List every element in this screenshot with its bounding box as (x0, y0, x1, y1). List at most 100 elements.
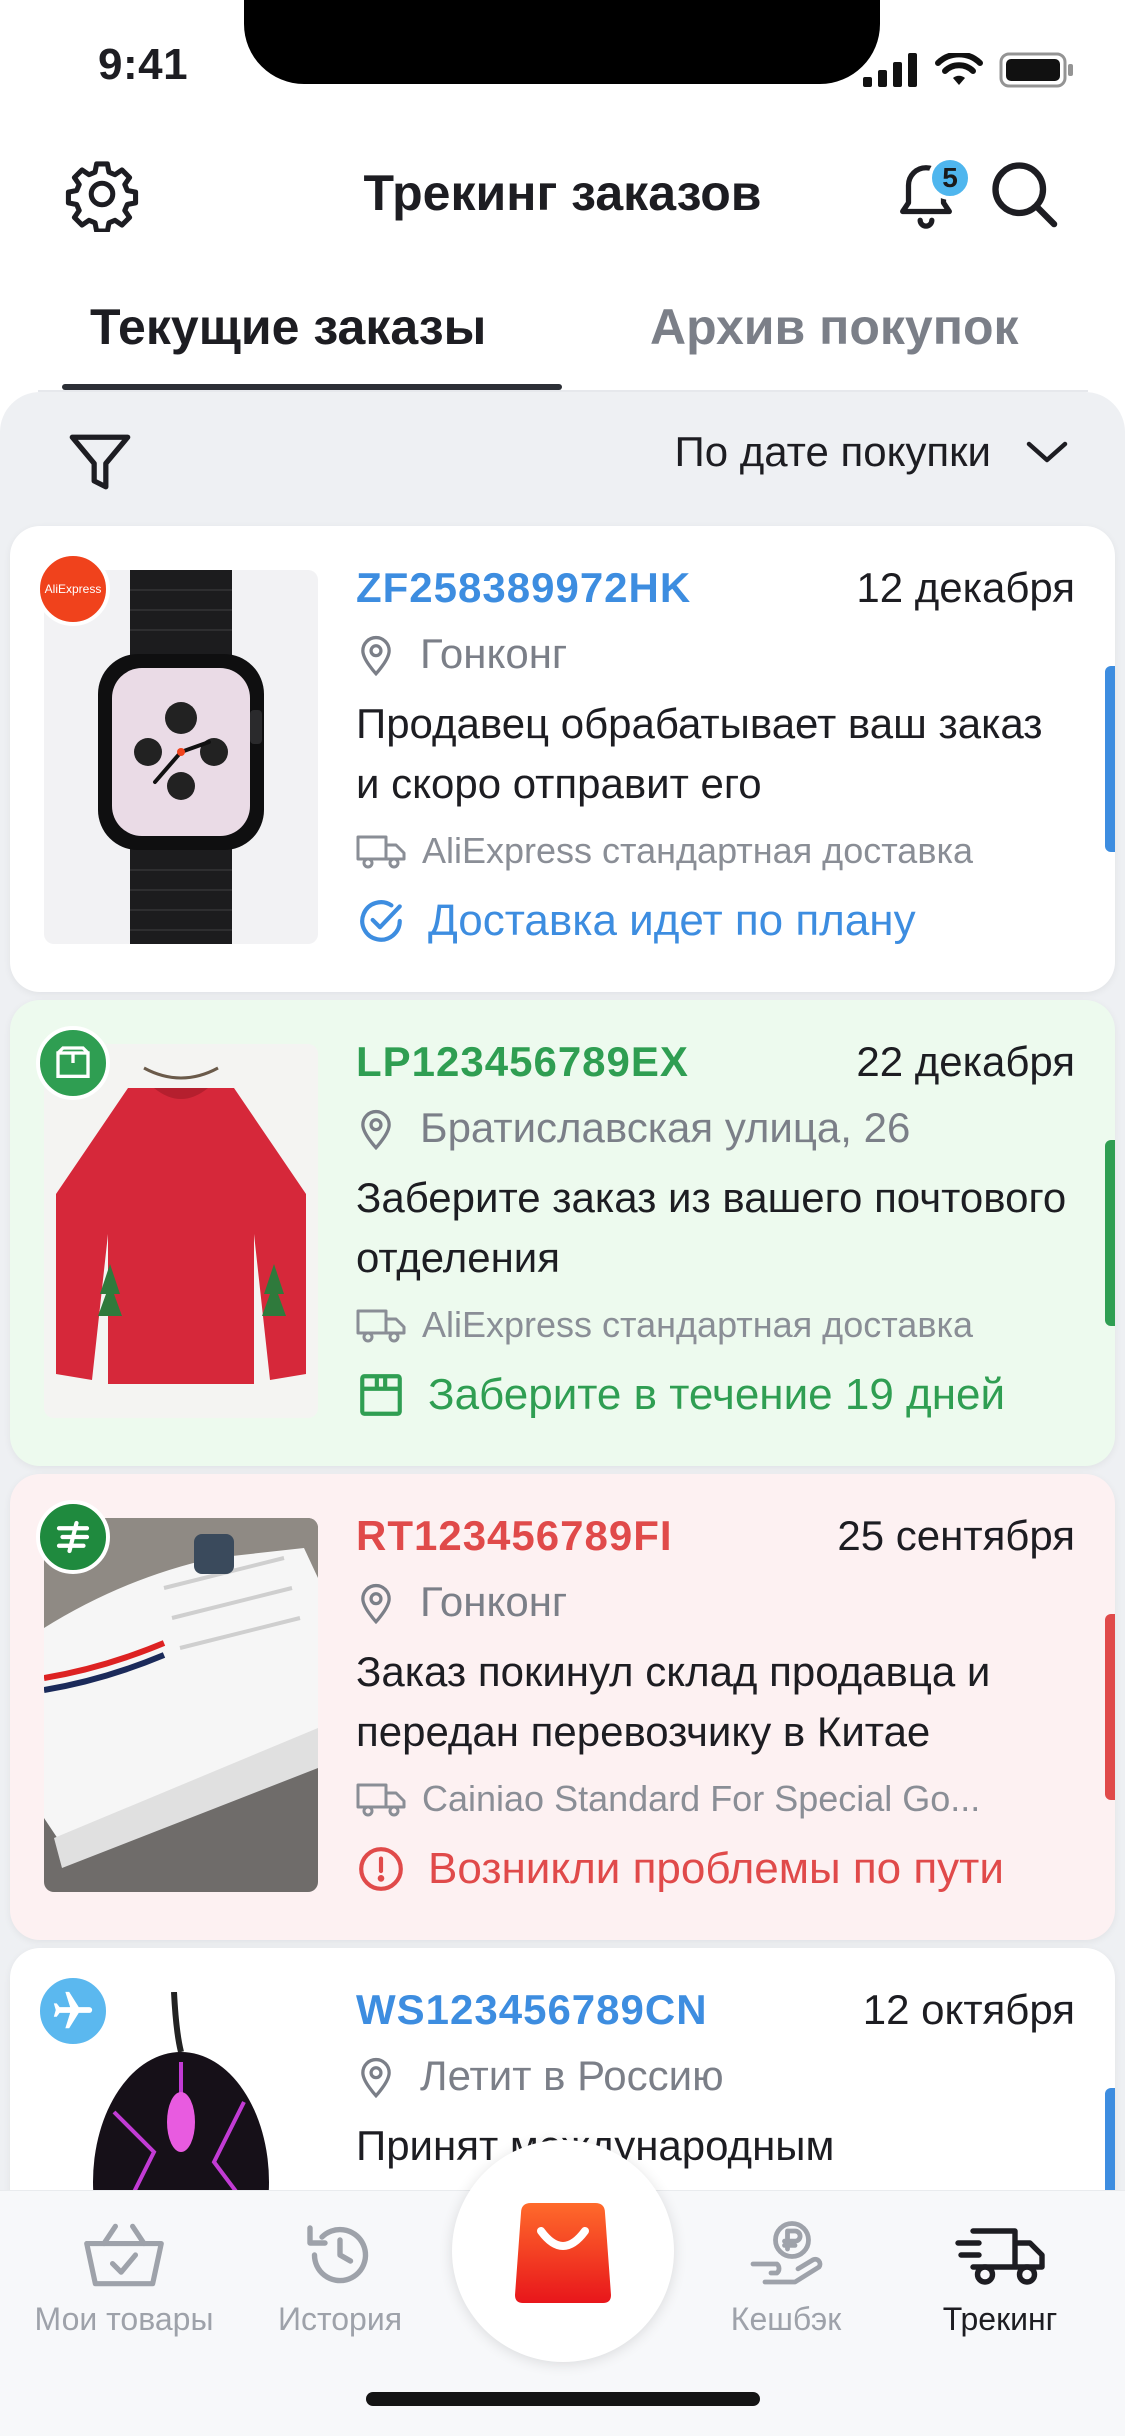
home-indicator (366, 2392, 760, 2406)
order-date: 25 сентября (837, 1512, 1075, 1559)
status-text: Возникли проблемы по пути (428, 1844, 1004, 1893)
basket-icon (84, 2223, 164, 2287)
cashback-icon (750, 2221, 823, 2285)
airplane-icon (53, 1991, 93, 2029)
status-accent-bar (1105, 1140, 1115, 1326)
status-accent-bar (1105, 2088, 1115, 2192)
aliexpress-home-button[interactable] (452, 2140, 674, 2362)
location-text: Летит в Россию (420, 2052, 724, 2099)
nav-my-products[interactable]: Мои товары (14, 2215, 234, 2338)
delivery-status: Доставка идет по плану (356, 896, 916, 946)
shopping-bag-icon (515, 2203, 611, 2303)
product-image-watch (44, 570, 318, 944)
order-location: Гонконг (356, 630, 567, 678)
product-image-sneakers (44, 1518, 318, 1892)
nav-label: Трекинг (942, 2301, 1058, 2337)
filter-row: По дате покупки (0, 392, 1125, 522)
order-description: Продавец обрабатывает ваш заказ и скоро … (356, 700, 1043, 807)
notifications-button[interactable]: 5 (884, 152, 972, 236)
sort-dropdown[interactable]: По дате покупки (675, 428, 1069, 476)
search-button[interactable] (982, 152, 1066, 236)
air-mail-carrier-badge (36, 1974, 110, 2048)
china-post-logo-icon (56, 1520, 90, 1554)
tracking-number[interactable]: LP123456789EX (356, 1038, 689, 1086)
app-header: Трекинг заказов 5 (0, 140, 1125, 250)
nav-label: Мои товары (34, 2301, 214, 2337)
location-pin-icon (361, 2057, 391, 2099)
status-accent-bar (1105, 1614, 1115, 1800)
sort-label: По дате покупки (674, 428, 991, 475)
device-notch (244, 0, 880, 84)
delivery-status: Возникли проблемы по пути (356, 1844, 1004, 1894)
active-tab-indicator (62, 384, 562, 390)
location-text: Гонконг (420, 630, 568, 677)
status-text: Заберите в течение 19 дней (428, 1370, 1006, 1419)
parcel-box-icon (56, 1046, 90, 1078)
status-text: Доставка идет по плану (428, 896, 916, 945)
orders-tabs: Текущие заказы Архив покупок (38, 280, 1088, 392)
order-location: Братиславская улица, 26 (356, 1104, 910, 1152)
shipping-method: AliExpress стандартная доставка (356, 1304, 1076, 1346)
tab-purchase-archive[interactable]: Архив покупок (650, 298, 1019, 356)
nav-tracking[interactable]: Трекинг (890, 2215, 1110, 2338)
notification-count-badge: 5 (928, 156, 972, 200)
location-text: Гонконг (420, 1578, 568, 1625)
filter-button[interactable] (62, 424, 138, 500)
cellular-signal-icon (863, 53, 917, 87)
order-card[interactable]: AliExpress ZF258389972HK 12 декабря Гонк… (10, 526, 1115, 992)
location-pin-icon (361, 1109, 391, 1151)
status-accent-bar (1105, 666, 1115, 852)
order-date: 12 декабря (856, 564, 1075, 611)
post-office-carrier-badge (36, 1026, 110, 1100)
tracking-number[interactable]: WS123456789CN (356, 1986, 708, 2034)
order-date: 12 октября (862, 1986, 1075, 2033)
delivery-status: Заберите в течение 19 дней (356, 1370, 1005, 1420)
nav-label: Кешбэк (730, 2301, 842, 2337)
order-location: Гонконг (356, 1578, 567, 1626)
orders-list-area: По дате покупки AliExpress ZF258389972HK… (0, 392, 1125, 2192)
chevron-down-icon (1026, 441, 1068, 463)
tracking-number[interactable]: RT123456789FI (356, 1512, 673, 1560)
wifi-icon (935, 53, 983, 85)
location-pin-icon (361, 1583, 391, 1625)
order-card[interactable]: LP123456789EX 22 декабря Братиславская у… (10, 1000, 1115, 1466)
sweater-image (44, 1044, 318, 1418)
order-date: 22 декабря (856, 1038, 1075, 1085)
status-icons (863, 52, 1075, 88)
aliexpress-carrier-badge: AliExpress (36, 552, 110, 626)
status-time: 9:41 (98, 40, 189, 89)
shipping-text: Cainiao Standard For Special Go... (422, 1778, 981, 1819)
search-icon (992, 162, 1058, 228)
order-description: Заказ покинул склад продавца и передан п… (356, 1648, 991, 1755)
order-description: Принят международным (356, 2122, 835, 2169)
shipping-method: AliExpress стандартная доставка (356, 830, 1076, 872)
shipping-text: AliExpress стандартная доставка (422, 1304, 974, 1345)
watch-image (44, 570, 318, 944)
tracking-number[interactable]: ZF258389972HK (356, 564, 691, 612)
filter-funnel-icon (69, 434, 131, 490)
alert-circle-icon (359, 1847, 403, 1891)
delivery-truck-icon (356, 1309, 406, 1343)
nav-cashback[interactable]: Кешбэк (676, 2215, 896, 2338)
pickup-box-icon (360, 1374, 402, 1416)
status-bar: 9:41 (0, 0, 1125, 140)
shipping-text: AliExpress стандартная доставка (422, 830, 974, 871)
sneakers-image (44, 1518, 318, 1892)
nav-label: История (277, 2301, 403, 2337)
truck-icon (955, 2228, 1045, 2285)
china-post-carrier-badge (36, 1500, 110, 1574)
carrier-badge-text: AliExpress (44, 582, 102, 596)
delivery-truck-icon (356, 835, 406, 869)
tab-current-orders[interactable]: Текущие заказы (90, 298, 486, 356)
shipping-method: Cainiao Standard For Special Go... (356, 1778, 1076, 1820)
order-description: Заберите заказ из вашего почтового отдел… (356, 1174, 1067, 1281)
check-circle-icon (360, 900, 402, 942)
location-text: Братиславская улица, 26 (420, 1104, 911, 1151)
history-icon (307, 2225, 369, 2284)
product-image-sweater (44, 1044, 318, 1418)
location-pin-icon (361, 635, 391, 677)
nav-history[interactable]: История (230, 2215, 450, 2338)
battery-icon (999, 52, 1073, 88)
order-location: Летит в Россию (356, 2052, 724, 2100)
order-card[interactable]: RT123456789FI 25 сентября Гонконг Заказ … (10, 1474, 1115, 1940)
